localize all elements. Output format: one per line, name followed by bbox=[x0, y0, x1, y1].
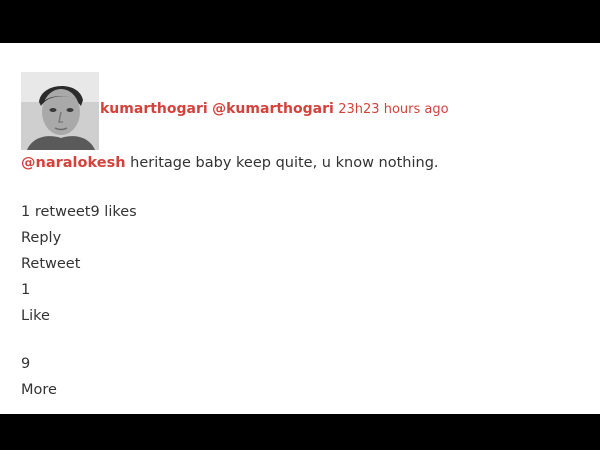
like-count: 9 bbox=[21, 356, 31, 372]
user-handle[interactable]: @kumarthogari bbox=[212, 101, 334, 117]
avatar[interactable] bbox=[21, 72, 99, 150]
display-name[interactable]: kumarthogari bbox=[100, 101, 208, 117]
tweet-text: @naralokesh heritage baby keep quite, u … bbox=[21, 154, 439, 172]
retweet-count: 1 bbox=[21, 282, 31, 298]
tweet-card: kumarthogari @kumarthogari 23h23 hours a… bbox=[0, 43, 600, 414]
like-button[interactable]: Like bbox=[21, 307, 50, 325]
tweet-body: heritage baby keep quite, u know nothing… bbox=[125, 155, 439, 171]
retweet-button[interactable]: Retweet bbox=[21, 255, 80, 273]
reply-button[interactable]: Reply bbox=[21, 229, 61, 247]
more-button[interactable]: More bbox=[21, 381, 57, 399]
tweet-stats: 1 retweet9 likes bbox=[21, 204, 137, 220]
tweet-header: kumarthogari @kumarthogari 23h23 hours a… bbox=[100, 100, 449, 119]
tweet-timestamp[interactable]: 23h23 hours ago bbox=[338, 102, 448, 117]
profile-photo-icon bbox=[21, 72, 99, 150]
mention-link[interactable]: @naralokesh bbox=[21, 155, 126, 171]
